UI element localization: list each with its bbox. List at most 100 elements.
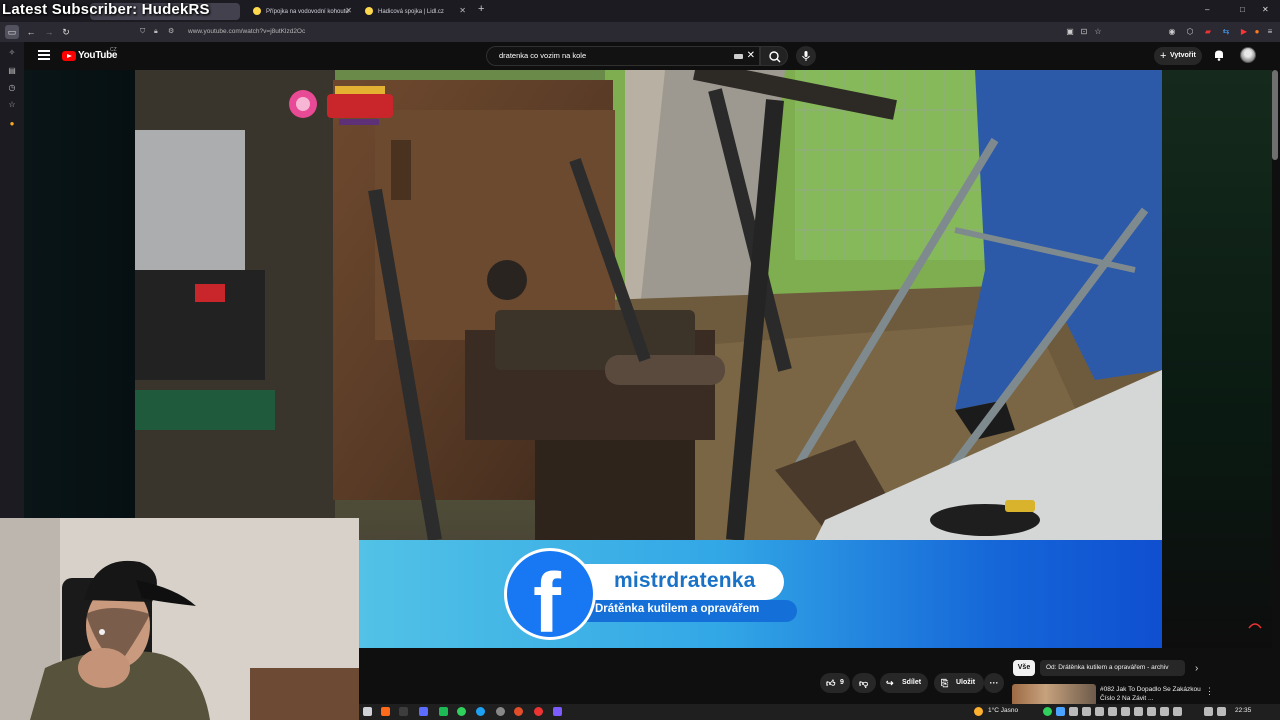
user-avatar[interactable] [1240,47,1256,63]
create-button[interactable]: + Vytvořit [1154,47,1202,65]
weather-text[interactable]: 1°C Jasno [988,707,1018,714]
taskbar-explorer-icon[interactable] [363,707,372,716]
tab-lidl[interactable]: Hadicová spojka | Lidl.cz ✕ [360,3,470,20]
tab-close-icon[interactable]: ✕ [459,6,466,15]
ai-sparkle-icon[interactable]: ✧ [7,48,17,58]
tab-favicon-icon [365,7,373,15]
search-input-value: dratenka co vozim na kole [499,51,587,60]
recommended-video-title[interactable]: #082 Jak To Dopadlo Se Zakázkou Číslo 2 … [1100,685,1210,703]
tray-wifi-icon[interactable] [1217,707,1226,716]
recommended-video-thumbnail[interactable] [1012,684,1096,706]
tray-settings-icon[interactable] [1147,707,1156,716]
tray-display-icon[interactable] [1134,707,1143,716]
weather-sun-icon[interactable] [974,707,983,716]
tray-app-icon[interactable] [1056,707,1065,716]
url-field[interactable]: ⛉ 🔒︎ ⚙ www.youtube.com/watch?v=j8utKlzd2… [140,25,1108,39]
tab-pripojka[interactable]: Přípojka na vodovodní kohoutu ✕ [248,3,356,20]
extension-sidebar-icon[interactable]: ● [7,119,17,129]
extension-youtube-icon[interactable]: ▶ [1238,26,1250,38]
taskbar-spotify-icon[interactable] [457,707,466,716]
extension-blue-icon[interactable]: ⇆ [1220,26,1232,38]
history-icon[interactable]: ◷ [7,83,17,93]
picture-icon[interactable]: ▣ [1064,26,1076,38]
page-scrollbar[interactable] [1272,70,1278,160]
filter-chip-channel[interactable]: Od: Drátěnka kutilem a opravářem - archi… [1040,660,1185,676]
taskbar-chrome-icon[interactable] [534,707,543,716]
tray-language-icon[interactable] [1204,707,1213,716]
reload-icon[interactable]: ↻ [59,25,73,39]
like-button[interactable]: 👍︎ 9 [820,673,850,693]
close-window-button[interactable]: ✕ [1262,5,1269,14]
tab-close-icon[interactable]: ✕ [345,6,352,15]
taskbar-discord-icon[interactable] [553,707,562,716]
tab-label: Hadicová spojka | Lidl.cz [378,8,444,15]
taskbar-brave-icon[interactable] [381,707,390,716]
create-label: Vytvořit [1170,52,1196,59]
os-taskbar [359,704,1280,720]
share-button[interactable]: ↪ Sdílet [880,673,928,693]
banner-subtitle: Drátěnka kutilem a opravářem [595,603,760,615]
tray-volume-icon[interactable] [1082,707,1091,716]
save-button[interactable]: ⎘ Uložit [934,673,984,693]
plus-icon: + [1160,50,1167,62]
like-count: 9 [840,679,844,686]
dislike-button[interactable]: 👎︎ [852,673,876,693]
recommended-more-icon[interactable]: ⋮ [1205,686,1214,697]
search-input[interactable]: dratenka co vozim na kole ✕ [486,46,760,66]
translate-icon[interactable]: ⊡ [1078,26,1090,38]
taskbar-obs-icon[interactable] [496,707,505,716]
taskbar-clock[interactable]: 22:35 [1235,707,1251,714]
hamburger-menu-icon[interactable] [38,50,50,60]
tab-label: Přípojka na vodovodní kohoutu [266,8,349,15]
taskbar-app-icon[interactable] [399,707,408,716]
maximize-button[interactable]: □ [1240,5,1245,14]
voice-search-button[interactable] [796,46,816,66]
search-icon [769,51,781,63]
clear-search-icon[interactable]: ✕ [747,47,755,65]
taskbar-firefox-icon[interactable] [514,707,523,716]
shield-icon[interactable]: ⛉ [140,25,145,39]
taskbar-edge-icon[interactable] [476,707,485,716]
menu-icon[interactable]: ≡ [1264,26,1276,38]
taskbar-z-icon[interactable] [419,707,428,716]
account-icon[interactable]: ◉ [1166,26,1178,38]
tray-network-icon[interactable] [1069,707,1078,716]
tray-mic-icon[interactable] [1121,707,1130,716]
extensions-icon[interactable]: ⬡ [1184,26,1196,38]
tray-arrow-icon[interactable] [1160,707,1169,716]
save-label: Uložit [956,679,976,686]
more-actions-button[interactable]: ··· [984,673,1004,693]
youtube-logo-icon[interactable] [62,51,76,61]
back-arrow-icon[interactable]: ← [24,25,38,39]
tabs-icon[interactable]: ▤ [7,66,17,76]
channel-watermark-logo [289,86,393,125]
notifications-bell-icon[interactable] [1212,48,1226,62]
taskbar-excel-icon[interactable] [439,707,448,716]
chevron-right-icon[interactable]: › [1195,663,1198,674]
bookmark-icon: ⎘ [941,678,949,688]
filter-chip-all[interactable]: Vše [1013,660,1035,676]
tray-cloud-icon[interactable] [1173,707,1182,716]
new-tab-button[interactable]: + [478,3,484,15]
tray-keyboard-icon[interactable] [1108,707,1117,716]
youtube-header: YouTube CZ dratenka co vozim na kole ✕ +… [24,42,1280,70]
share-arrow-icon: ↪ [886,678,894,688]
browser-nav-bar: ▭ ← → ↻ ⛉ 🔒︎ ⚙ www.youtube.com/watch?v=j… [0,22,1280,42]
sidebar-toggle-icon[interactable]: ▭ [5,25,19,39]
extension-firefox-icon[interactable]: ● [1251,26,1263,38]
player-ambient-icon[interactable] [1247,620,1263,630]
lock-icon[interactable]: 🔒︎ [154,25,158,39]
tray-battery-icon[interactable] [1095,707,1104,716]
permissions-icon[interactable]: ⚙ [168,25,174,39]
bookmark-star-icon[interactable]: ☆ [1092,26,1104,38]
tray-whatsapp-icon[interactable] [1043,707,1052,716]
thumbs-up-icon: 👍︎ [826,678,836,688]
video-frame[interactable] [135,70,1162,540]
minimize-button[interactable]: – [1205,5,1209,14]
bookmarks-icon[interactable]: ☆ [7,100,17,110]
keyboard-icon[interactable] [734,54,743,59]
extension-red-icon[interactable]: ▰ [1202,26,1214,38]
search-button[interactable] [760,46,788,66]
forward-arrow-icon[interactable]: → [42,25,56,39]
share-label: Sdílet [902,679,922,686]
